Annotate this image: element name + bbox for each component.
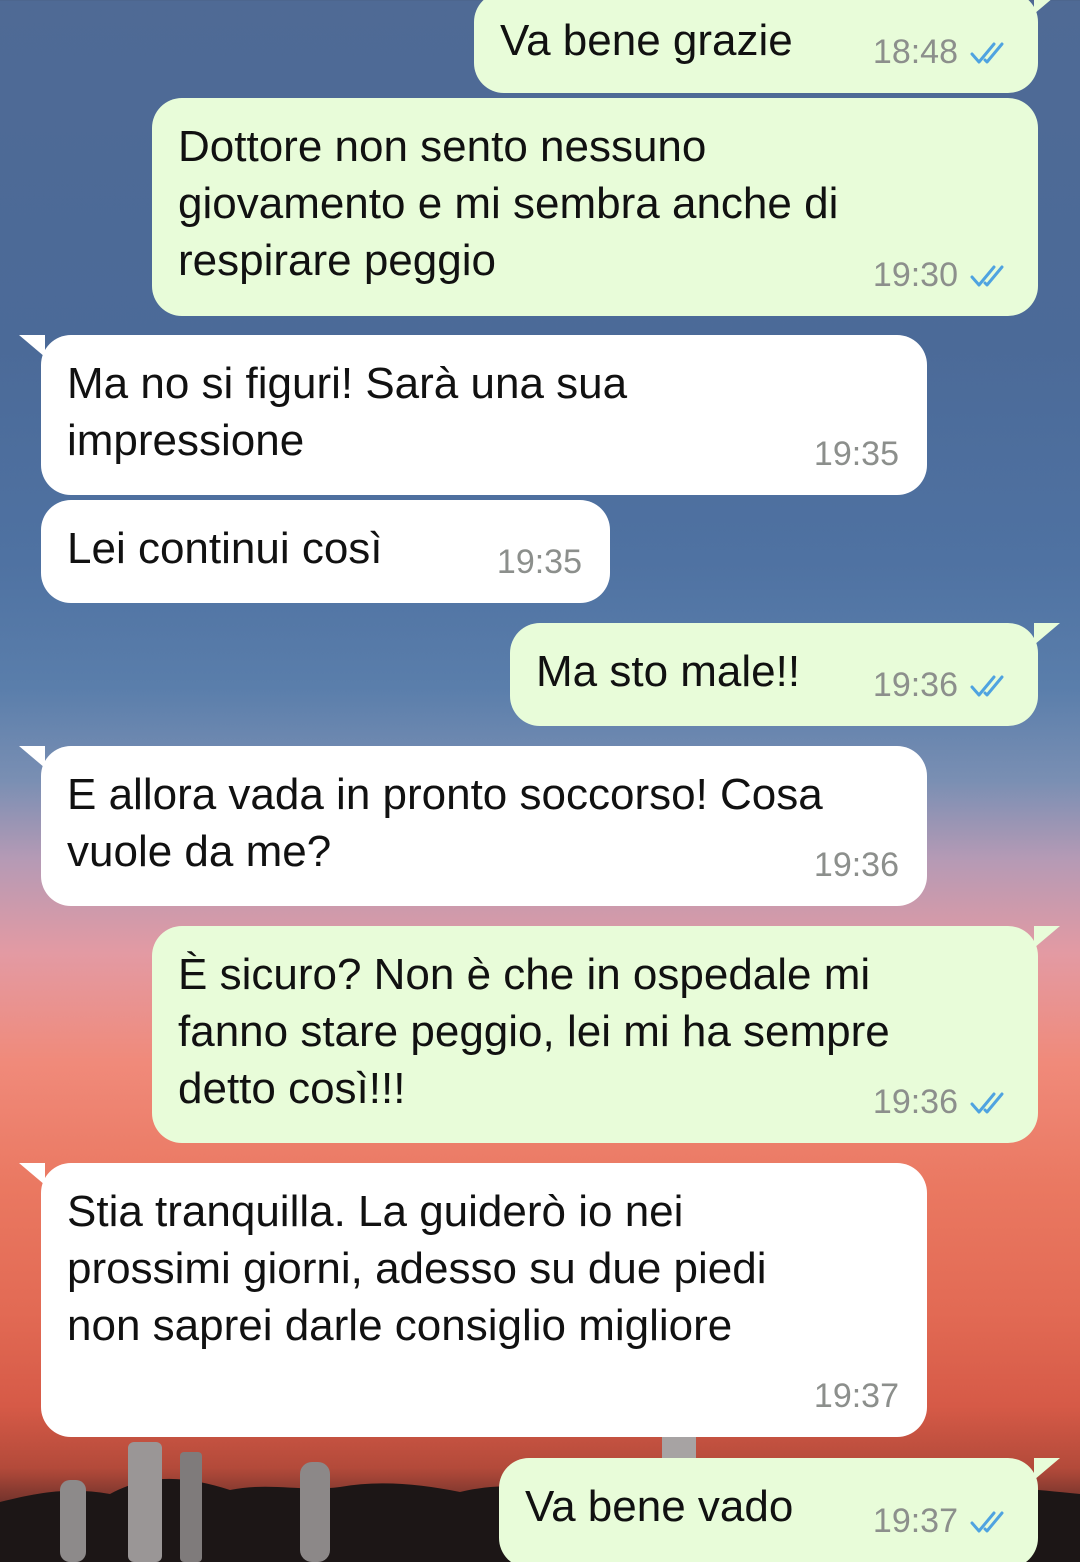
message-meta: 18:48 bbox=[873, 24, 1014, 81]
double-check-icon bbox=[970, 1511, 1004, 1532]
message-bubble-outgoing[interactable]: Ma sto male!! 19:36 bbox=[510, 623, 1060, 726]
message-bubble-incoming[interactable]: Lei continui così 19:35 bbox=[41, 500, 610, 603]
message-bubble-outgoing[interactable]: Dottore non sento nessuno giovamento e m… bbox=[152, 98, 1038, 316]
message-time: 19:36 bbox=[872, 666, 958, 704]
message-meta: 19:37 bbox=[814, 1368, 899, 1425]
double-check-icon bbox=[970, 1092, 1004, 1113]
message-meta: 19:36 bbox=[814, 837, 899, 894]
message-text: Ma no si figuri! Sarà una sua impression… bbox=[67, 359, 628, 465]
double-check-icon bbox=[970, 675, 1004, 696]
message-time: 19:36 bbox=[872, 1083, 958, 1121]
message-time: 19:37 bbox=[872, 1502, 958, 1540]
message-time: 19:35 bbox=[496, 543, 582, 581]
message-bubble-incoming[interactable]: Stia tranquilla. La guiderò io nei pross… bbox=[19, 1163, 927, 1437]
message-text: E allora vada in pronto soccorso! Cosa v… bbox=[67, 770, 823, 876]
message-meta: 19:36 bbox=[873, 657, 1014, 714]
message-meta: 19:35 bbox=[814, 426, 899, 483]
message-text: Stia tranquilla. La guiderò io nei pross… bbox=[67, 1187, 767, 1350]
message-bubble-outgoing[interactable]: È sicuro? Non è che in ospedale mi fanno… bbox=[152, 926, 1060, 1143]
message-bubble-outgoing[interactable]: Va bene vado 19:37 bbox=[499, 1458, 1060, 1562]
message-time: 19:37 bbox=[813, 1377, 899, 1415]
message-bubble-outgoing[interactable]: Va bene grazie 18:48 bbox=[474, 0, 1060, 93]
message-bubble-incoming[interactable]: Ma no si figuri! Sarà una sua impression… bbox=[19, 335, 927, 495]
message-time: 18:48 bbox=[872, 33, 958, 71]
message-bubble-incoming[interactable]: E allora vada in pronto soccorso! Cosa v… bbox=[19, 746, 927, 906]
message-meta: 19:36 bbox=[873, 1074, 1014, 1131]
message-meta: 19:37 bbox=[873, 1493, 1014, 1550]
message-time: 19:30 bbox=[872, 256, 958, 294]
message-meta: 19:30 bbox=[873, 247, 1014, 304]
double-check-icon bbox=[970, 265, 1004, 286]
message-meta: 19:35 bbox=[497, 534, 582, 591]
message-time: 19:36 bbox=[813, 846, 899, 884]
double-check-icon bbox=[970, 42, 1004, 63]
message-time: 19:35 bbox=[813, 435, 899, 473]
